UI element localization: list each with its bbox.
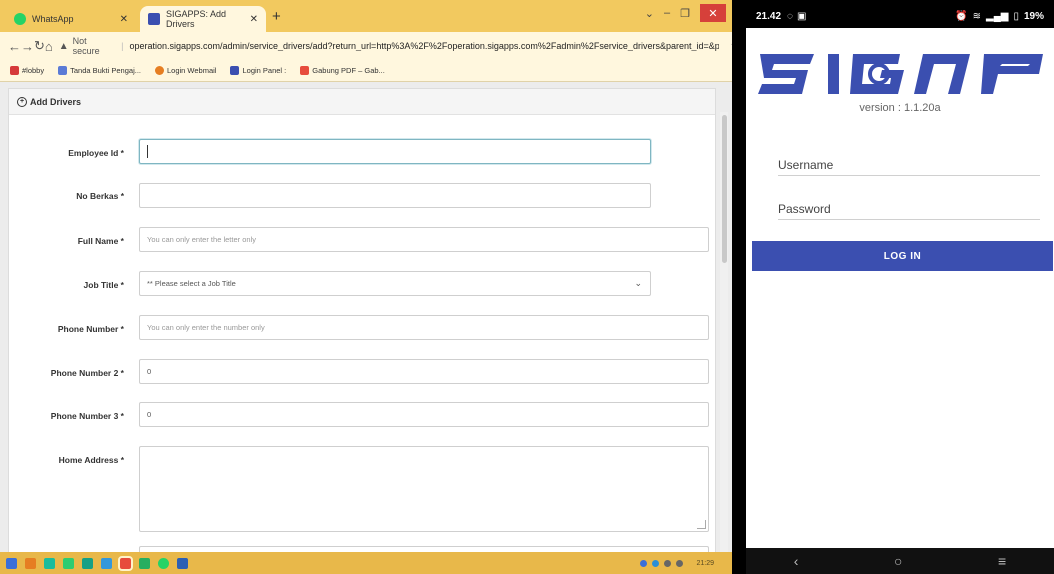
new-tab-button[interactable]: + <box>272 8 281 25</box>
panel-header: + Add Drivers <box>9 89 715 115</box>
start-icon[interactable] <box>6 557 17 569</box>
taskbar-clock: 21:29 <box>696 559 714 567</box>
scrollbar-thumb[interactable] <box>722 115 727 263</box>
url-omnibox[interactable]: ▲ Not secure | operation.sigapps.com/adm… <box>59 36 720 56</box>
home-address-label: Home Address * <box>58 455 124 465</box>
whatsapp-taskbar-icon[interactable] <box>158 557 169 569</box>
phone-number-input[interactable]: You can only enter the number only <box>139 315 709 340</box>
signal-icon: ▂▄▆ <box>986 10 1009 22</box>
full-name-input[interactable]: You can only enter the letter only <box>139 227 709 252</box>
word-taskbar-icon[interactable] <box>177 557 188 569</box>
close-tab-icon[interactable]: ✕ <box>250 14 258 25</box>
job-title-select[interactable]: ** Please select a Job Title ⌄ <box>139 271 651 296</box>
restore-icon[interactable]: ❐ <box>680 7 690 20</box>
phone-number-3-input[interactable]: 0 <box>139 402 709 427</box>
phone-number-2-label: Phone Number 2 * <box>50 368 124 378</box>
warning-icon: ▲ <box>58 40 69 52</box>
close-tab-icon[interactable]: ✕ <box>120 14 128 25</box>
volume-icon[interactable] <box>676 559 684 567</box>
browser-window: WhatsApp ✕ SIGAPPS: Add Drivers ✕ + ⌄ – … <box>0 0 732 574</box>
tab-label: SIGAPPS: Add Drivers <box>166 9 227 29</box>
network-icon[interactable] <box>664 559 672 567</box>
whatsapp-notification-icon: ◌ <box>787 10 793 22</box>
security-label: Not secure <box>72 36 100 56</box>
home-address-textarea[interactable] <box>139 446 709 532</box>
username-input[interactable]: Username <box>778 154 1040 176</box>
taskbar-app-icon[interactable] <box>63 557 74 569</box>
bookmark-icon <box>300 66 310 75</box>
bookmark-gabung-pdf[interactable]: Gabung PDF – Gab... <box>300 66 385 75</box>
bookmark-icon <box>10 66 19 75</box>
tray-icon[interactable] <box>640 559 648 567</box>
no-berkas-label: No Berkas * <box>76 191 124 201</box>
home-nav-icon[interactable]: ○ <box>894 553 902 569</box>
reload-icon[interactable]: ↻ <box>34 38 45 54</box>
taskbar-app-icon[interactable] <box>25 557 36 569</box>
wifi-icon: ≋ <box>972 10 981 22</box>
app-version: version : 1.1.20a <box>859 102 941 114</box>
phone-time: 21.42 <box>756 10 782 22</box>
system-tray: 21:29 <box>640 559 714 567</box>
tab-search-chevron-icon[interactable]: ⌄ <box>645 7 654 20</box>
job-title-placeholder: ** Please select a Job Title <box>147 279 236 288</box>
battery-level: 19% <box>1023 10 1044 22</box>
tab-whatsapp[interactable]: WhatsApp ✕ <box>6 6 136 32</box>
bookmark-icon <box>155 66 164 75</box>
bookmarks-bar: #lobby Tanda Bukti Pengaj... Login Webma… <box>0 60 732 82</box>
taskbar-app-icon[interactable] <box>101 557 112 569</box>
tab-sigapps[interactable]: SIGAPPS: Add Drivers ✕ <box>140 6 266 32</box>
employee-id-label: Employee Id * <box>68 148 124 158</box>
window-controls: ⌄ – ❐ ✕ <box>645 4 726 22</box>
bookmark-login-panel[interactable]: Login Panel : <box>230 66 286 75</box>
battery-icon: ▯ <box>1013 10 1019 22</box>
bookmark-icon <box>58 66 68 75</box>
no-berkas-input[interactable] <box>139 183 651 208</box>
username-label: Username <box>778 157 834 172</box>
password-label: Password <box>778 201 831 216</box>
gallery-notification-icon: ▣ <box>796 10 807 22</box>
chevron-down-icon: ⌄ <box>634 278 642 288</box>
bookmark-icon <box>230 66 240 75</box>
alarm-icon: ⏰ <box>955 10 968 22</box>
taskbar-app-icon[interactable] <box>82 557 93 569</box>
phone-number-2-input[interactable]: 0 <box>139 359 709 384</box>
phone-number-label: Phone Number * <box>57 324 124 334</box>
password-input[interactable]: Password <box>778 198 1040 220</box>
whatsapp-icon <box>14 13 26 25</box>
sigap-logo <box>758 54 1043 94</box>
full-name-label: Full Name * <box>77 236 124 246</box>
taskbar-app-icon[interactable] <box>44 557 55 569</box>
close-window-icon[interactable]: ✕ <box>700 4 726 22</box>
sigapps-icon <box>148 13 160 25</box>
url-text: operation.sigapps.com/admin/service_driv… <box>129 41 720 51</box>
bookmark-lobby[interactable]: #lobby <box>10 66 44 75</box>
resize-grip-icon[interactable] <box>697 520 706 529</box>
login-button[interactable]: LOG IN <box>752 241 1053 271</box>
taskbar-app-icon[interactable] <box>139 557 150 569</box>
address-bar: ← → ↻ ⌂ ▲ Not secure | operation.sigapps… <box>0 32 732 60</box>
back-nav-icon[interactable]: ‹ <box>794 553 799 569</box>
android-nav-bar: ‹ ○ ≡ <box>746 548 1054 574</box>
phone-number-3-label: Phone Number 3 * <box>50 411 124 421</box>
phone-status-bar: 21.42 ◌ ▣ ⏰ ≋ ▂▄▆ ▯ 19% <box>746 5 1054 27</box>
employee-id-input[interactable] <box>139 139 651 164</box>
bookmark-login-webmail[interactable]: Login Webmail <box>155 66 216 75</box>
minimize-icon[interactable]: – <box>664 7 670 19</box>
panel-title: Add Drivers <box>30 96 82 107</box>
home-icon[interactable]: ⌂ <box>45 39 53 54</box>
job-title-label: Job Title * <box>83 280 124 290</box>
back-icon[interactable]: ← <box>8 39 21 54</box>
taskbar: 21:29 <box>0 552 732 574</box>
plus-circle-icon: + <box>17 96 27 107</box>
chrome-taskbar-icon[interactable] <box>118 555 133 571</box>
text-caret <box>147 145 148 158</box>
tab-label: WhatsApp <box>32 14 74 24</box>
cloud-icon[interactable] <box>652 559 660 567</box>
status-icons: ⏰ ≋ ▂▄▆ ▯ 19% <box>955 11 1044 22</box>
recents-nav-icon[interactable]: ≡ <box>998 553 1006 569</box>
bookmark-tanda-bukti[interactable]: Tanda Bukti Pengaj... <box>58 66 141 75</box>
forward-icon[interactable]: → <box>21 39 34 54</box>
